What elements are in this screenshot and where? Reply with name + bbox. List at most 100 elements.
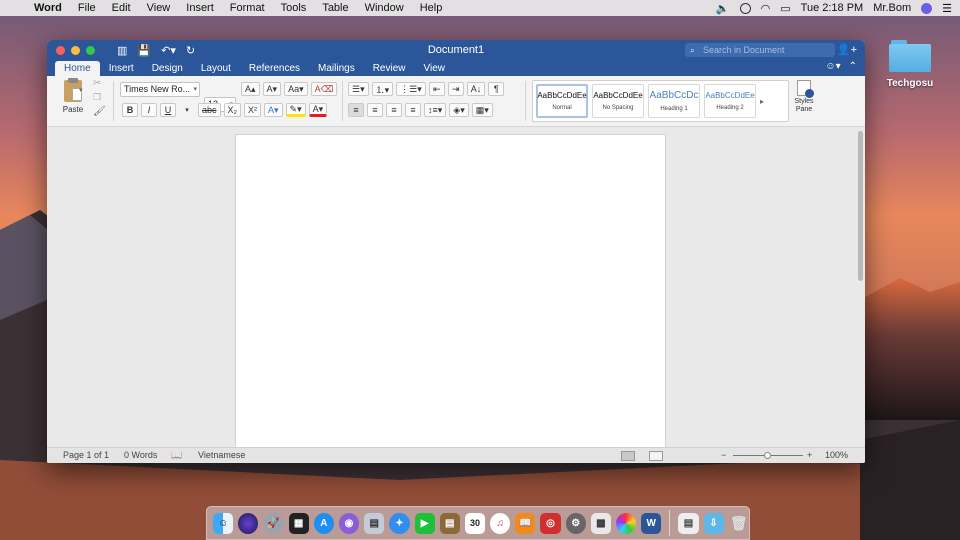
menu-file[interactable]: File	[70, 2, 104, 14]
underline-dropdown-icon[interactable]: ▾	[179, 103, 195, 117]
language-indicator[interactable]: Vietnamese	[198, 450, 245, 460]
bold-button[interactable]: B	[122, 103, 138, 117]
tab-references[interactable]: References	[240, 61, 309, 76]
zoom-slider[interactable]	[733, 452, 803, 459]
cut-icon[interactable]: ✂	[93, 78, 101, 89]
title-bar[interactable]: ▥ 💾 ↶▾ ↻ Document1 ⌕ Search in Document …	[47, 40, 865, 60]
strikethrough-button[interactable]: abc	[198, 103, 221, 117]
menu-format[interactable]: Format	[222, 2, 273, 14]
decrease-indent-button[interactable]: ⇤	[428, 82, 445, 96]
tab-review[interactable]: Review	[364, 61, 415, 76]
menu-table[interactable]: Table	[314, 2, 356, 14]
tab-view[interactable]: View	[415, 61, 455, 76]
calendar-dock-icon[interactable]: 30	[464, 512, 486, 534]
grow-font-button[interactable]: A▴	[241, 82, 260, 96]
menu-tools[interactable]: Tools	[273, 2, 315, 14]
subscript-button[interactable]: X₂	[223, 103, 242, 117]
tab-home[interactable]: Home	[55, 61, 100, 76]
safari-dock-icon[interactable]: ✦	[389, 512, 410, 534]
zoom-slider-thumb[interactable]	[764, 452, 771, 459]
borders-button[interactable]: ▦▾	[471, 103, 493, 117]
downloads-folder-icon[interactable]: ⇩	[703, 512, 724, 534]
justify-button[interactable]: ≡	[405, 103, 421, 117]
align-right-button[interactable]: ≡	[386, 103, 402, 117]
document-page[interactable]	[235, 134, 666, 447]
numbering-button[interactable]: ⒈▾	[371, 82, 394, 96]
clear-formatting-button[interactable]: A⌫	[310, 82, 338, 96]
close-button[interactable]	[56, 45, 65, 55]
wifi-icon[interactable]: ◠	[761, 2, 771, 15]
tab-insert[interactable]: Insert	[100, 61, 143, 76]
sidebar-toggle-icon[interactable]: ▥	[117, 44, 127, 57]
share-icon[interactable]: 👤+	[837, 43, 857, 56]
zoom-button[interactable]	[86, 45, 95, 55]
menubar-user[interactable]: Mr.Bom	[873, 2, 911, 14]
tab-layout[interactable]: Layout	[192, 61, 240, 76]
battery-icon[interactable]: ▭	[780, 2, 790, 15]
siri-dock-icon[interactable]	[238, 512, 259, 534]
styles-pane-button[interactable]: Styles Pane	[792, 80, 816, 114]
tab-design[interactable]: Design	[143, 61, 192, 76]
shading-button[interactable]: ◈▾	[449, 103, 469, 117]
word-dock-icon[interactable]: W	[641, 512, 662, 534]
save-icon[interactable]: 💾	[137, 44, 151, 57]
minimize-button[interactable]	[71, 45, 80, 55]
mission-control-dock-icon[interactable]: ▦	[288, 512, 309, 534]
font-name-dropdown[interactable]: Times New Ro... ▾	[120, 82, 200, 97]
tab-mailings[interactable]: Mailings	[309, 61, 364, 76]
word-count[interactable]: 0 Words	[124, 450, 157, 460]
siri-icon[interactable]	[921, 2, 933, 14]
desktop-folder[interactable]: Techgosu	[884, 40, 936, 89]
podcasts-dock-icon[interactable]: ◉	[338, 512, 360, 534]
facetime-dock-icon[interactable]: ▶	[414, 512, 435, 534]
style-normal[interactable]: AaBbCcDdEe Normal	[536, 84, 588, 118]
utilities-dock-icon[interactable]: ▩	[590, 512, 611, 534]
align-center-button[interactable]: ≡	[367, 103, 383, 117]
superscript-button[interactable]: X²	[244, 103, 262, 117]
sort-button[interactable]: A↓	[466, 82, 486, 96]
launchpad-dock-icon[interactable]: 🚀	[263, 512, 284, 534]
page-count[interactable]: Page 1 of 1	[63, 450, 109, 460]
menu-insert[interactable]: Insert	[178, 2, 222, 14]
font-color-button[interactable]: A▾	[308, 103, 328, 117]
smiley-feedback-icon[interactable]: ☺▾	[825, 61, 840, 72]
app-store-dock-icon[interactable]: A	[313, 512, 334, 534]
paste-button[interactable]: Paste	[55, 78, 91, 114]
finder-dock-icon[interactable]: ☺	[213, 512, 234, 534]
multilevel-list-button[interactable]: ⋮☰▾	[396, 82, 426, 96]
system-preferences-dock-icon[interactable]: ⚙	[565, 512, 586, 534]
menubar-clock[interactable]: Tue 2:18 PM	[801, 2, 864, 14]
line-spacing-button[interactable]: ↕≡▾	[424, 103, 447, 117]
preview-dock-icon[interactable]: ▤	[364, 512, 385, 534]
vertical-scrollbar[interactable]	[858, 131, 863, 281]
bullets-button[interactable]: ☰▾	[348, 82, 369, 96]
photo-booth-dock-icon[interactable]: ◎	[540, 512, 561, 534]
notification-center-icon[interactable]: ☰	[942, 2, 952, 15]
paste-dropdown-icon[interactable]: ▾	[79, 86, 83, 94]
web-layout-view-button[interactable]	[649, 451, 663, 461]
menu-edit[interactable]: Edit	[104, 2, 139, 14]
menu-window[interactable]: Window	[357, 2, 412, 14]
ibooks-dock-icon[interactable]: 📖	[515, 512, 536, 534]
photos-dock-icon[interactable]	[616, 512, 637, 534]
text-effects-button[interactable]: A▾	[264, 103, 283, 117]
italic-button[interactable]: I	[141, 103, 157, 117]
print-layout-view-button[interactable]	[621, 451, 635, 461]
menu-help[interactable]: Help	[412, 2, 451, 14]
format-painter-icon[interactable]: 🖌	[93, 106, 106, 117]
trash-icon[interactable]: 🗑	[729, 513, 749, 534]
zoom-in-button[interactable]: +	[807, 450, 812, 460]
style-heading-1[interactable]: AaBbCcDc Heading 1	[648, 84, 700, 118]
style-no-spacing[interactable]: AaBbCcDdEe No Spacing	[592, 84, 644, 118]
undo-icon[interactable]: ↶▾	[161, 44, 176, 57]
increase-indent-button[interactable]: ⇥	[447, 82, 464, 96]
redo-icon[interactable]: ↻	[186, 44, 195, 57]
underline-button[interactable]: U	[160, 103, 176, 117]
notes-dock-icon[interactable]: ▤	[439, 512, 460, 534]
zoom-out-button[interactable]: −	[721, 450, 726, 460]
proofing-icon[interactable]: 📖	[171, 450, 182, 461]
highlight-color-button[interactable]: ✎▾	[285, 103, 306, 117]
collapse-ribbon-icon[interactable]: ⌃	[849, 61, 857, 72]
change-case-button[interactable]: Aa▾	[284, 82, 308, 96]
volume-icon[interactable]: 🔈	[716, 2, 730, 15]
